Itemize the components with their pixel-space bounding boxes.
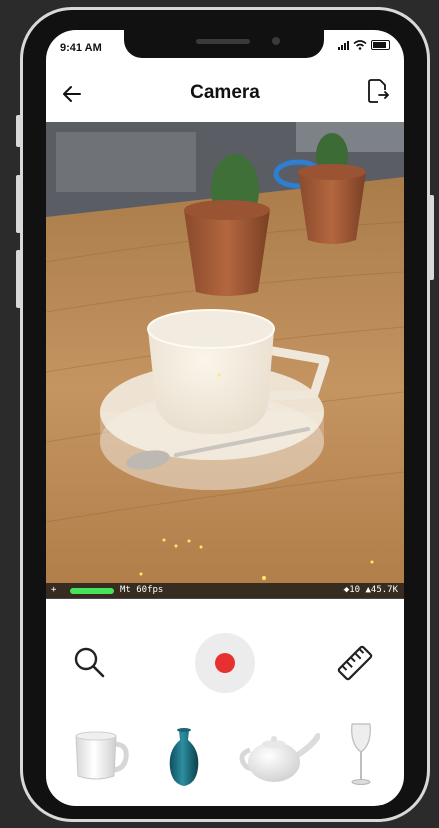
camera-controls: [46, 630, 404, 694]
wifi-icon: [353, 40, 367, 50]
shelf-background: [296, 122, 404, 152]
record-icon: [215, 653, 235, 673]
status-time: 9:41 AM: [60, 42, 102, 54]
mug-icon[interactable]: [70, 720, 130, 790]
ar-camera-view[interactable]: [46, 122, 404, 598]
header: Camera: [46, 72, 404, 116]
ar-scene: [46, 122, 404, 598]
wine-glass-icon[interactable]: [346, 720, 376, 790]
ruler-icon[interactable]: [334, 642, 376, 684]
model-picker: [46, 720, 404, 790]
performance-hud: + Mt 60fps ◆10 ▲45.7K: [46, 583, 404, 599]
vase-icon[interactable]: [164, 720, 204, 790]
battery-icon: [371, 40, 390, 50]
teapot-icon[interactable]: [236, 720, 320, 790]
app-screen: 9:41 AM Camera + Mt 60fps ◆10 ▲45.7K: [46, 30, 404, 806]
file-export-icon[interactable]: [366, 78, 390, 104]
hud-add-label: +: [51, 585, 57, 595]
page-title: Camera: [190, 82, 260, 103]
status-icons: [338, 40, 390, 50]
signal-icon: [338, 40, 349, 50]
speaker-grille: [196, 39, 250, 44]
search-icon[interactable]: [72, 645, 106, 679]
scene-stats-readout: ◆10 ▲45.7K: [343, 585, 398, 595]
front-camera: [272, 37, 280, 45]
notch: [124, 30, 324, 58]
record-button[interactable]: [195, 633, 255, 693]
desk-background: [56, 132, 196, 192]
fps-readout: Mt 60fps: [120, 585, 164, 595]
performance-bar: [70, 588, 114, 594]
